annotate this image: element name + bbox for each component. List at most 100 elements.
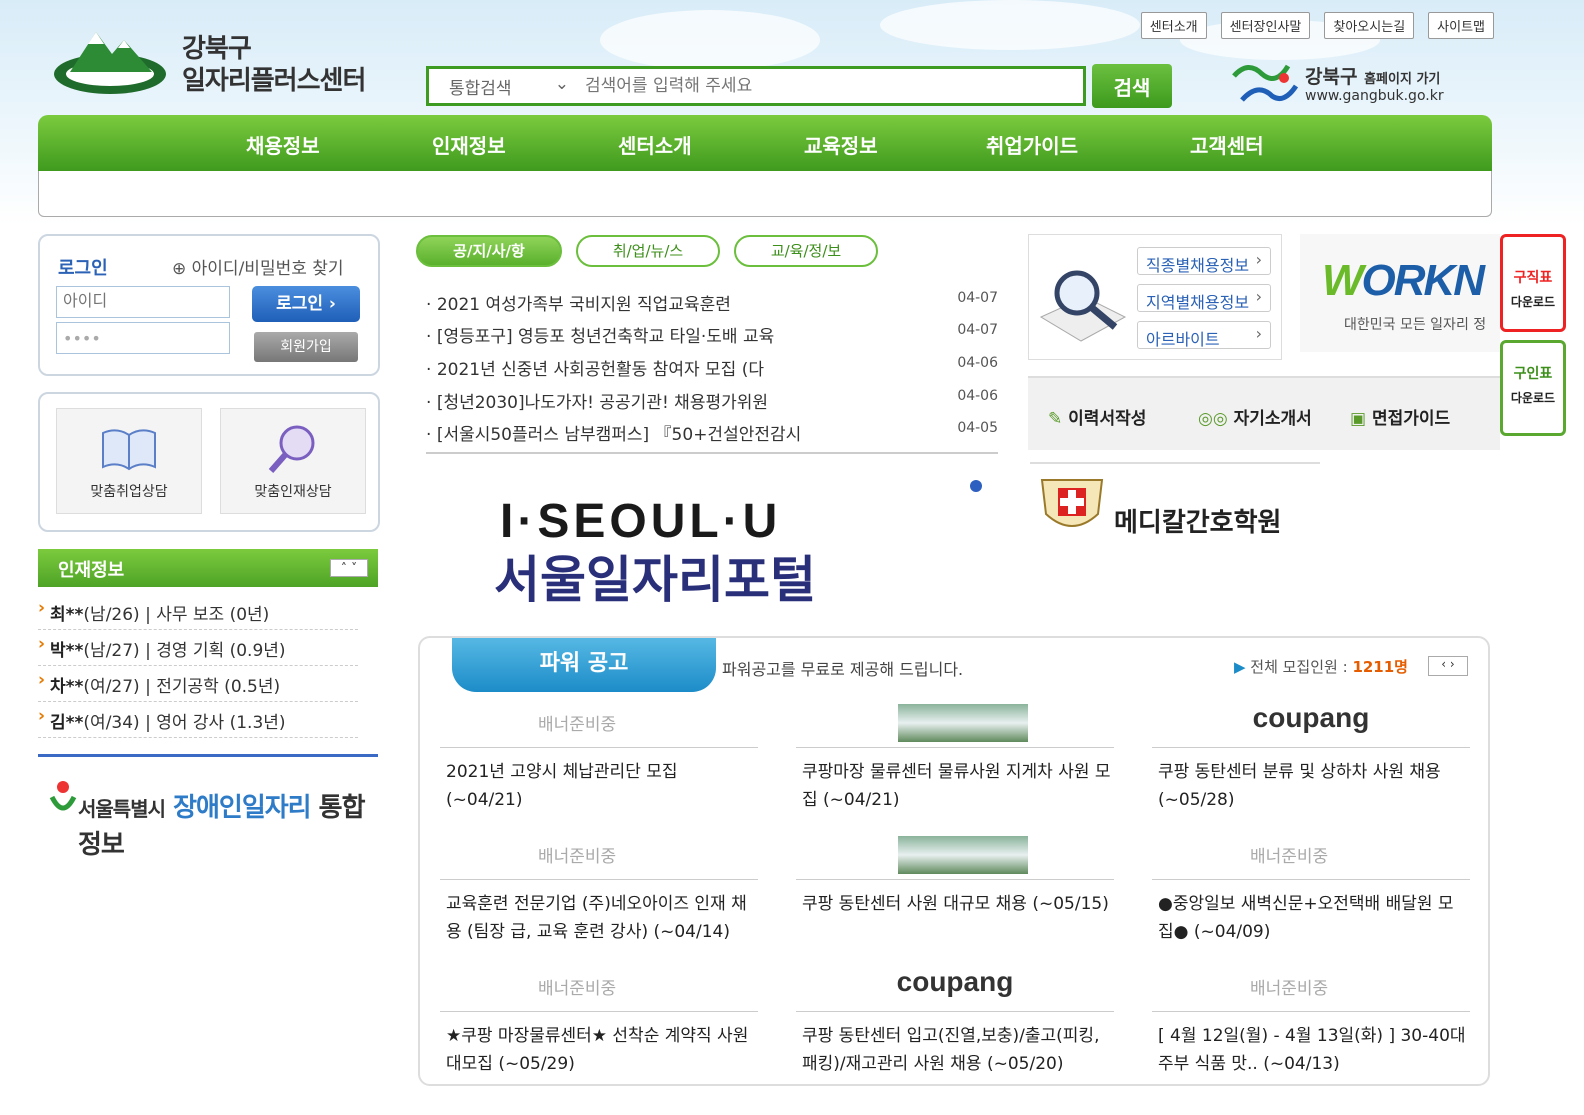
gangbuk-url[interactable]: www.gangbuk.go.kr: [1305, 88, 1444, 104]
power-ad-item[interactable]: coupang 쿠팡 동탄센터 입고(진열,보충)/출고(피킹,패킹)/재고관리 …: [796, 962, 1114, 1092]
magnifier-icon: [268, 425, 315, 473]
power-ads-pager[interactable]: ‹ ›: [1428, 656, 1468, 676]
ad-banner[interactable]: [796, 698, 1114, 748]
talent-header: 인재정보 ˄ ˅: [38, 549, 378, 587]
ad-banner[interactable]: 배너준비중: [1152, 962, 1470, 1012]
power-ad-item[interactable]: 배너준비중 교육훈련 전문기업 (주)네오아이즈 인재 채용 (팀장 급, 교육 …: [440, 830, 758, 960]
pencil-icon: ✎: [1048, 409, 1063, 429]
worknet-logo: WORKN: [1322, 256, 1485, 305]
power-ad-item[interactable]: 배너준비중 ●중앙일보 새벽신문+오전택배 배달원 모집● (~04/09): [1152, 830, 1470, 960]
disability-banner-text: 서울특별시 장애인일자리 통합정보: [78, 793, 365, 860]
tab-job-news[interactable]: 취/업/뉴/스: [576, 235, 720, 267]
self-intro-link[interactable]: ◎◎ 자기소개서: [1198, 404, 1312, 429]
disability-job-banner[interactable]: 서울특별시 장애인일자리 통합정보: [38, 754, 378, 860]
power-ad-item[interactable]: 배너준비중 [ 4월 12일(월) - 4월 13일(화) ] 30-40대 주부…: [1152, 962, 1470, 1092]
notice-item[interactable]: · [청년2030]나도가자! 공공기관! 채용평가위원 04-06: [426, 388, 998, 420]
nav-job-info[interactable]: 채용정보: [246, 130, 320, 159]
warehouse-image: [898, 704, 1028, 742]
power-ads-desc: 파워공고를 무료로 제공해 드립니다.: [722, 660, 964, 679]
ad-title: 쿠팡 동탄센터 사원 대규모 채용 (~05/15): [802, 894, 1109, 914]
quick-links: ✎ 이력서작성 ◎◎ 자기소개서 ▣ 면접가이드: [1028, 376, 1500, 450]
part-time-link[interactable]: 아르바이트: [1137, 321, 1271, 349]
notice-item[interactable]: · [영등포구] 영등포 청년건축학교 타일·도배 교육 04-07: [426, 322, 998, 354]
search-category-select[interactable]: 통합검색 ⌄: [429, 74, 585, 99]
join-button[interactable]: 회원가입: [254, 332, 358, 362]
total-recruit-count: ▶ 전체 모집인원 : 1211명: [1233, 658, 1408, 676]
ad-banner[interactable]: 배너준비중: [440, 698, 758, 748]
top-link-directions[interactable]: 찾아오시는길: [1324, 12, 1415, 39]
seoul-banner-title[interactable]: 서울일자리포털: [494, 540, 816, 612]
notice-item[interactable]: · 2021 여성가족부 국비지원 직업교육훈련 04-07: [426, 290, 998, 322]
find-account-link[interactable]: ⊕ 아이디/비밀번호 찾기: [172, 254, 344, 279]
banner-ready-text: 배너준비중: [1250, 979, 1329, 999]
search-input[interactable]: [585, 76, 1083, 96]
talent-scroll-arrows[interactable]: ˄ ˅: [330, 559, 368, 577]
talent-row[interactable]: 박**(남/27) | 경영 기획 (0.9년): [38, 630, 358, 666]
ad-banner[interactable]: 배너준비중: [1152, 830, 1470, 880]
login-button[interactable]: 로그인 ›: [252, 286, 360, 322]
id-input[interactable]: [56, 286, 230, 318]
job-links-box: 직종별채용정보 지역별채용정보 아르바이트: [1028, 234, 1282, 360]
job-consult-button[interactable]: 맞춤취업상담: [56, 408, 202, 514]
nav-job-guide[interactable]: 취업가이드: [986, 130, 1078, 159]
gangbuk-logo-icon[interactable]: [1228, 56, 1302, 110]
job-by-type-link[interactable]: 직종별채용정보: [1137, 247, 1271, 275]
site-logo-icon[interactable]: [52, 26, 170, 100]
side-button-sub: 다운로드: [1510, 295, 1556, 309]
ad-banner[interactable]: coupang: [796, 962, 1114, 1012]
ad-title: ●중앙일보 새벽신문+오전택배 배달원 모집● (~04/09): [1158, 894, 1454, 942]
medical-academy-banner[interactable]: 메디칼간호학원: [1030, 462, 1320, 546]
power-ads-section: 파워 공고 파워공고를 무료로 제공해 드립니다. ▶ 전체 모집인원 : 12…: [418, 636, 1490, 1086]
search-bar: 통합검색 ⌄: [426, 66, 1086, 106]
nav-customer-center[interactable]: 고객센터: [1190, 130, 1264, 159]
nav-center-intro[interactable]: 센터소개: [618, 130, 692, 159]
top-link-center-intro[interactable]: 센터소개: [1140, 12, 1207, 39]
banner-ready-text: 배너준비중: [538, 979, 617, 999]
login-title: 로그인: [58, 258, 108, 279]
nav-education-info[interactable]: 교육정보: [804, 130, 878, 159]
search-category-label: 통합검색: [449, 78, 512, 99]
nav-talent-info[interactable]: 인재정보: [432, 130, 506, 159]
gangbuk-link-title[interactable]: 강북구 홈페이지 가기: [1305, 62, 1440, 89]
ad-title: 2021년 고양시 체납관리단 모집 (~04/21): [446, 762, 678, 810]
tab-education[interactable]: 교/육/정/보: [734, 235, 878, 267]
power-ad-item[interactable]: 배너준비중 2021년 고양시 체납관리단 모집 (~04/21): [440, 698, 758, 828]
password-input[interactable]: ••••: [56, 322, 230, 354]
ad-banner[interactable]: 배너준비중: [440, 962, 758, 1012]
talent-row[interactable]: 김**(여/34) | 영어 강사 (1.3년): [38, 702, 358, 738]
job-seeker-form-download[interactable]: 구직표 다운로드: [1500, 234, 1566, 332]
ad-banner[interactable]: [796, 830, 1114, 880]
search-button[interactable]: 검색: [1092, 64, 1172, 108]
site-title[interactable]: 강북구 일자리플러스센터: [182, 32, 366, 96]
top-link-greeting[interactable]: 센터장인사말: [1220, 12, 1311, 39]
main-nav: 채용정보 인재정보 센터소개 교육정보 취업가이드 고객센터: [38, 115, 1492, 171]
cloud-decoration: [600, 10, 820, 70]
tab-notice[interactable]: 공/지/사/항: [416, 235, 562, 267]
play-icon: ▶: [1233, 658, 1246, 676]
tv-icon: ▣: [1350, 409, 1367, 429]
banner-ready-text: 배너준비중: [538, 715, 617, 735]
power-ads-tab[interactable]: 파워 공고: [452, 638, 716, 692]
resume-link[interactable]: ✎ 이력서작성: [1048, 404, 1146, 429]
job-offer-form-download[interactable]: 구인표 다운로드: [1500, 340, 1566, 436]
worknet-banner[interactable]: WORKN 대한민국 모든 일자리 정: [1300, 234, 1500, 352]
talent-consult-button[interactable]: 맞춤인재상담: [220, 408, 366, 514]
carousel-dot[interactable]: [970, 480, 982, 492]
ad-banner[interactable]: coupang: [1152, 698, 1470, 748]
talent-row[interactable]: 차**(여/27) | 전기공학 (0.5년): [38, 666, 358, 702]
worknet-subtitle: 대한민국 모든 일자리 정: [1344, 317, 1487, 333]
talent-row[interactable]: 최**(남/26) | 사무 보조 (0년): [38, 594, 358, 630]
power-ad-item[interactable]: 배너준비중 ★쿠팡 마장물류센터★ 선착순 계약직 사원 대모집 (~05/29): [440, 962, 758, 1092]
top-link-sitemap[interactable]: 사이트맵: [1428, 12, 1494, 39]
ad-banner[interactable]: 배너준비중: [440, 830, 758, 880]
site-title-line1: 강북구: [182, 33, 252, 63]
power-ad-item[interactable]: 쿠팡마장 물류센터 물류사원 지게차 사원 모집 (~04/21): [796, 698, 1114, 828]
power-ad-item[interactable]: 쿠팡 동탄센터 사원 대규모 채용 (~05/15): [796, 830, 1114, 960]
power-ad-item[interactable]: coupang 쿠팡 동탄센터 분류 및 상하차 사원 채용 (~05/28): [1152, 698, 1470, 828]
interview-guide-link[interactable]: ▣ 면접가이드: [1350, 404, 1450, 429]
notice-item[interactable]: · [서울시50플러스 남부캠퍼스] 『50+건설안전감시 04-05: [426, 420, 998, 452]
side-button-title: 구인표: [1513, 366, 1553, 382]
job-by-region-link[interactable]: 지역별채용정보: [1137, 284, 1271, 312]
top-links: 센터소개 센터장인사말 찾아오시는길 사이트맵: [1140, 12, 1494, 39]
notice-item[interactable]: · 2021년 신중년 사회공헌활동 참여자 모집 (다 04-06: [426, 355, 998, 387]
